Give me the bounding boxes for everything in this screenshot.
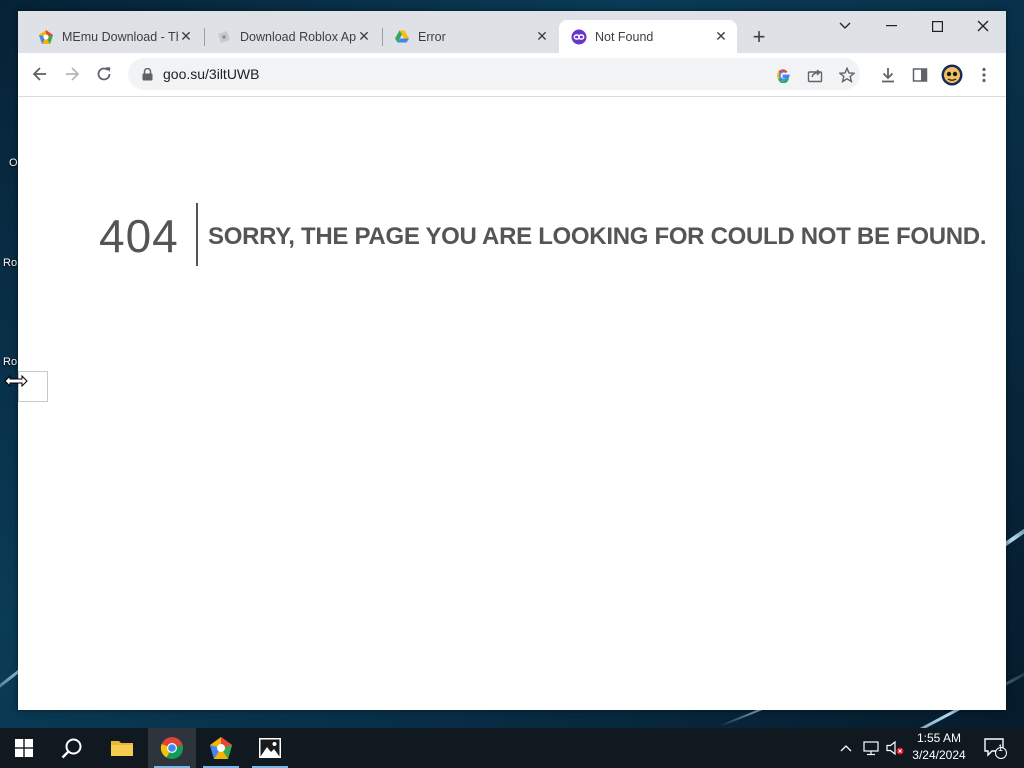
photos-icon[interactable] [246,728,294,768]
notification-count: 1 [998,743,1004,753]
tab-title: MEmu Download - Th [62,29,178,44]
error-message: SORRY, THE PAGE YOU ARE LOOKING FOR COUL… [208,223,987,250]
roblox-icon [216,29,232,45]
bookmark-star-icon[interactable] [838,66,856,84]
share-icon[interactable] [806,66,824,84]
lock-icon[interactable] [140,67,154,81]
file-explorer-icon[interactable] [98,728,146,768]
memu-taskbar-icon[interactable] [197,728,245,768]
google-lens-icon[interactable] [774,66,792,84]
taskbar-clock[interactable]: 1:55 AM 3/24/2024 [905,730,973,764]
link-icon [571,29,587,45]
chrome-icon[interactable] [148,728,196,768]
tab-not-found[interactable]: Not Found ✕ [559,20,737,53]
new-tab-button[interactable]: + [747,24,771,49]
tab-title: Error [418,29,446,44]
tab-strip: MEmu Download - Th ✕ Download Roblox Ap … [18,11,1006,53]
tab-error[interactable]: Error ✕ [382,20,558,53]
side-panel-icon[interactable] [909,64,931,86]
address-bar[interactable]: goo.su/3iltUWB [128,58,860,90]
desktop-icon-label[interactable]: Ro [3,257,17,269]
browser-toolbar: goo.su/3iltUWB [18,53,1006,97]
error-code: 404 [99,210,179,262]
close-tab-icon[interactable]: ✕ [534,28,550,45]
tab-memu[interactable]: MEmu Download - Th ✕ [26,20,202,53]
minimize-button[interactable] [868,11,914,41]
desktop-icon-label[interactable]: Ro [3,356,17,368]
search-icon[interactable] [48,728,96,768]
back-button[interactable] [25,59,55,89]
clock-time: 1:55 AM [916,731,962,745]
page-content: 404 SORRY, THE PAGE YOU ARE LOOKING FOR … [18,97,1006,710]
reload-button[interactable] [89,59,119,89]
taskbar: 1:55 AM 3/24/2024 1 [0,728,1024,768]
browser-window: MEmu Download - Th ✕ Download Roblox Ap … [18,11,1006,710]
show-hidden-icons-icon[interactable] [836,728,856,768]
close-tab-icon[interactable]: ✕ [713,28,729,45]
memu-icon [38,29,54,45]
close-window-button[interactable] [960,11,1006,41]
resize-cursor-icon [4,374,28,393]
network-icon[interactable] [860,728,882,768]
google-drive-icon [394,29,410,45]
forward-button[interactable] [57,59,87,89]
volume-muted-icon[interactable] [884,728,906,768]
tab-title: Download Roblox Ap [240,29,356,44]
desktop-icon-label[interactable]: O [9,157,18,169]
error-divider [196,203,198,266]
url-text[interactable]: goo.su/3iltUWB [163,66,259,82]
more-menu-icon[interactable] [973,64,995,86]
clock-date: 3/24/2024 [912,748,966,762]
download-icon[interactable] [877,64,899,86]
close-tab-icon[interactable]: ✕ [356,28,372,45]
maximize-button[interactable] [914,11,960,41]
close-tab-icon[interactable]: ✕ [178,28,194,45]
notification-center-icon[interactable]: 1 [978,728,1012,768]
tab-title: Not Found [595,29,654,44]
profile-avatar[interactable] [941,64,963,86]
tab-search-icon[interactable] [822,11,868,41]
tab-roblox[interactable]: Download Roblox Ap ✕ [204,20,380,53]
start-button[interactable] [0,728,48,768]
